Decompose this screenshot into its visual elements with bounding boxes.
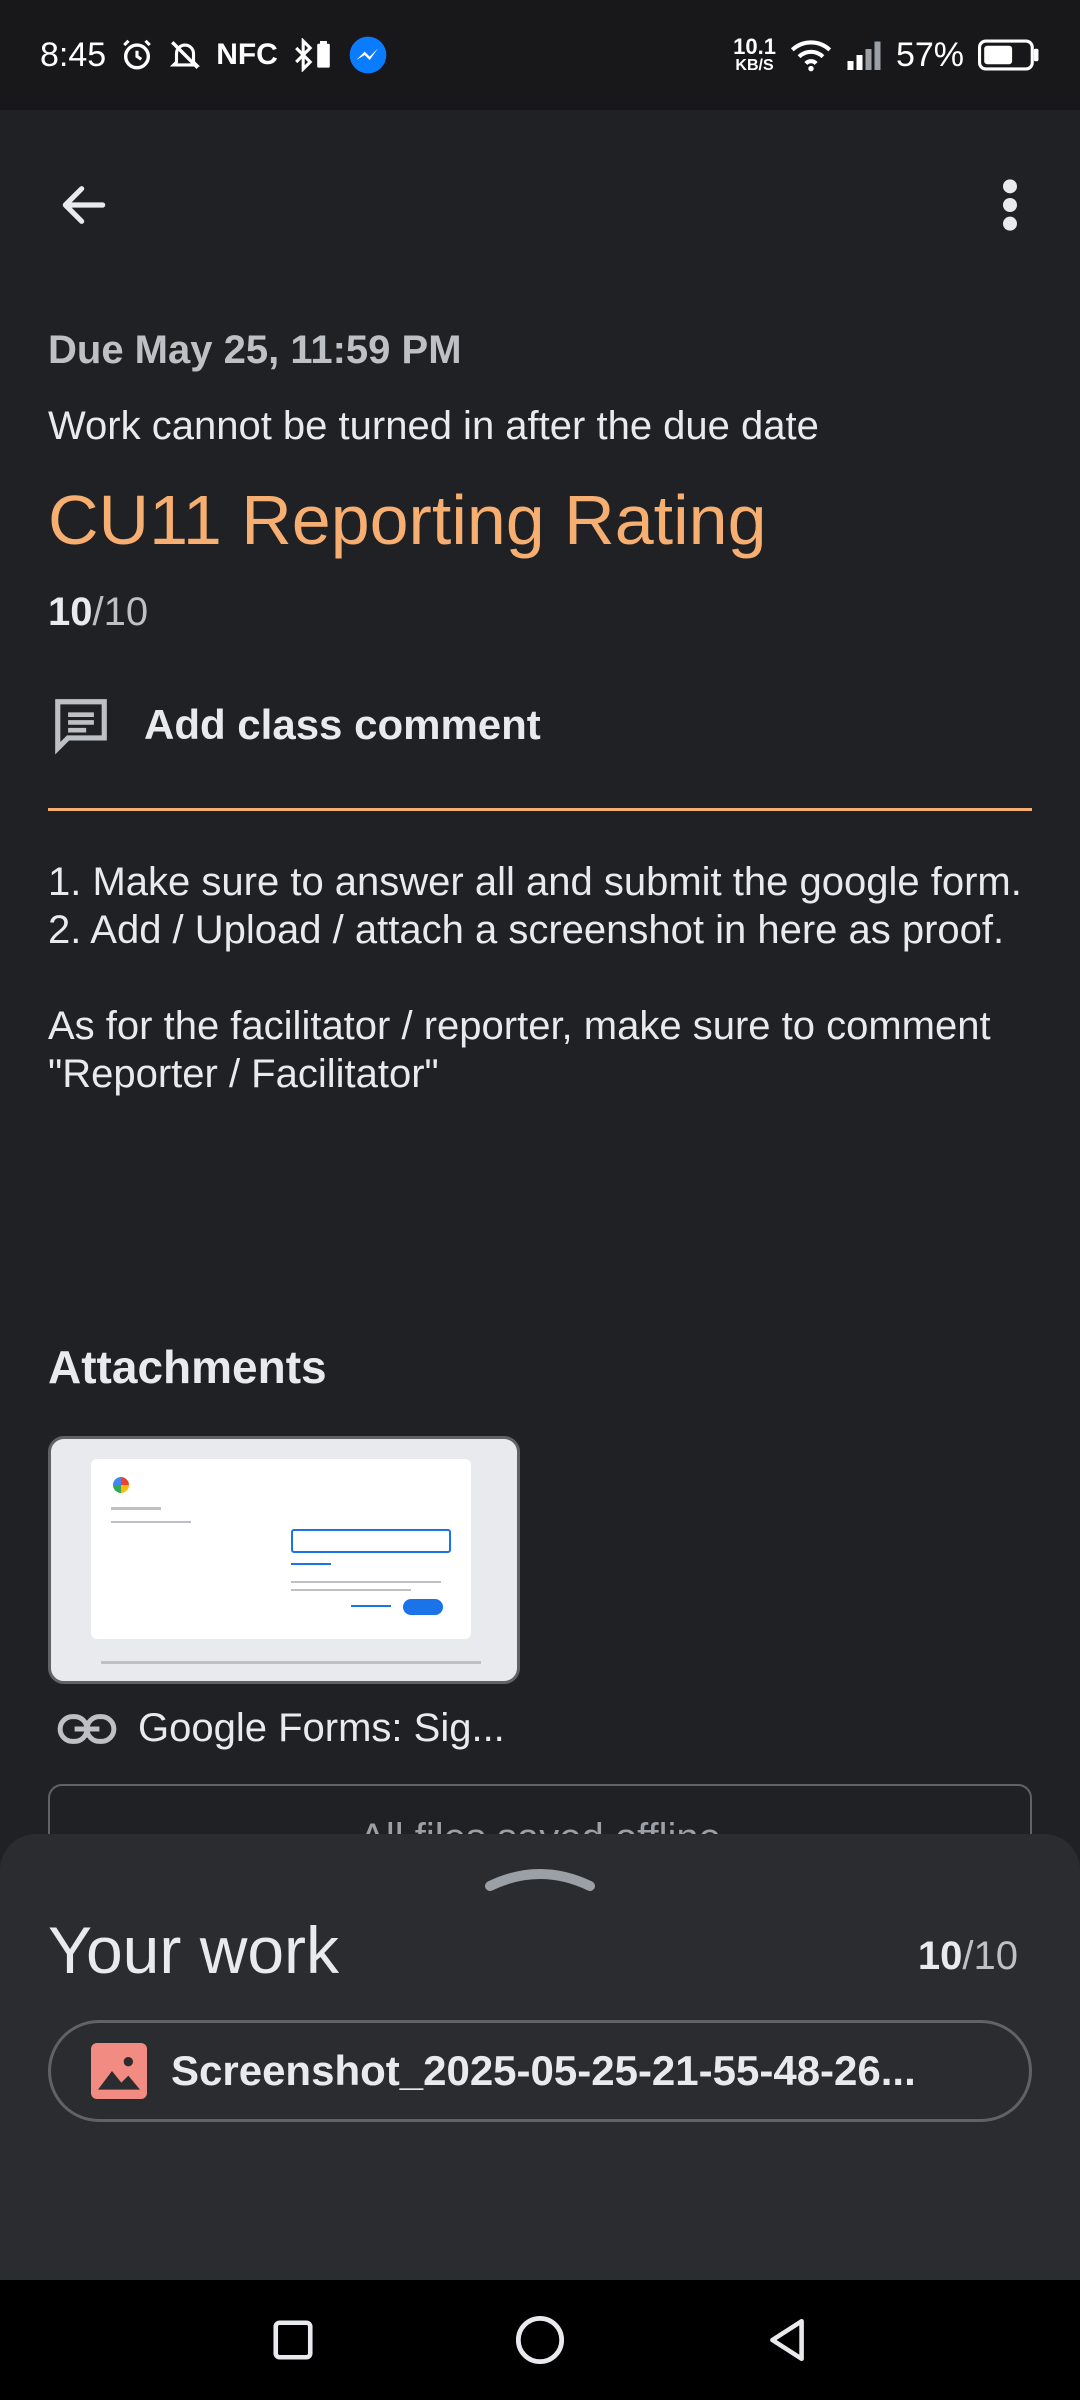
silent-bell-icon bbox=[168, 38, 202, 72]
your-work-heading: Your work bbox=[48, 1913, 340, 1987]
thumb-footer bbox=[101, 1661, 481, 1664]
attachments-heading: Attachments bbox=[48, 1341, 327, 1393]
your-work-points-earned: 10 bbox=[917, 1934, 963, 1978]
comment-icon bbox=[55, 699, 107, 755]
late-submission-note: Work cannot be turned in after the due d… bbox=[48, 404, 819, 448]
status-right: 10.1 KB/S 57% bbox=[733, 36, 1040, 75]
points-earned: 10 bbox=[48, 590, 93, 634]
your-work-points-total: /10 bbox=[962, 1934, 1018, 1978]
battery-percent: 57% bbox=[895, 35, 964, 74]
signal-icon bbox=[846, 40, 882, 70]
network-speed-value: 10.1 bbox=[733, 34, 776, 59]
your-work-points: 10/10 bbox=[918, 1934, 1018, 1979]
points-total: /10 bbox=[92, 590, 149, 634]
thumb-line bbox=[291, 1589, 411, 1591]
wifi-icon bbox=[790, 38, 832, 72]
thumb-next-button bbox=[403, 1599, 443, 1615]
accent-divider bbox=[48, 808, 1032, 811]
app-bar bbox=[0, 110, 1080, 280]
home-button[interactable] bbox=[500, 2300, 580, 2380]
more-options-button[interactable] bbox=[970, 165, 1050, 245]
submitted-file-chip[interactable]: Screenshot_2025-05-25-21-55-48-26... bbox=[48, 2020, 1032, 2122]
thumb-line bbox=[111, 1507, 161, 1510]
battery-icon bbox=[978, 39, 1040, 71]
messenger-icon bbox=[348, 35, 388, 75]
thumb-line bbox=[291, 1581, 441, 1583]
thumb-line bbox=[111, 1521, 191, 1523]
your-work-sheet[interactable]: Your work 10/10 Screenshot_2025-05-25-21… bbox=[0, 1834, 1080, 2280]
thumb-input bbox=[291, 1529, 451, 1553]
status-bar: 8:45 NFC 10.1 KB/S 57% bbox=[0, 0, 1080, 110]
link-icon bbox=[57, 1713, 117, 1744]
submitted-file-name: Screenshot_2025-05-25-21-55-48-26... bbox=[171, 2047, 916, 2094]
triangle-back-icon bbox=[769, 2318, 804, 2362]
sheet-handle-icon[interactable] bbox=[484, 1856, 596, 1896]
status-time: 8:45 bbox=[40, 35, 107, 74]
thumb-line bbox=[351, 1605, 391, 1607]
attachment-thumbnail[interactable] bbox=[48, 1436, 520, 1684]
attachment-link-label: Google Forms: Sig... bbox=[138, 1706, 505, 1750]
square-icon bbox=[273, 2320, 313, 2360]
thumb-line bbox=[291, 1563, 331, 1565]
screen: 8:45 NFC 10.1 KB/S 57% Due May 25, 11:59… bbox=[0, 0, 1080, 2400]
attachment-link[interactable]: Google Forms: Sig... bbox=[56, 1706, 505, 1751]
circle-icon bbox=[515, 2315, 565, 2365]
thumbnail-signin-card bbox=[91, 1459, 471, 1639]
assignment-title: CU11 Reporting Rating bbox=[48, 481, 767, 559]
nfc-indicator: NFC bbox=[216, 38, 278, 71]
more-vert-icon bbox=[1003, 179, 1017, 231]
due-date: Due May 25, 11:59 PM bbox=[48, 328, 462, 372]
add-class-comment-label: Add class comment bbox=[144, 701, 541, 748]
network-speed-unit: KB/S bbox=[735, 57, 774, 74]
image-file-icon bbox=[91, 2043, 147, 2099]
recents-button[interactable] bbox=[253, 2300, 333, 2380]
back-nav-button[interactable] bbox=[747, 2300, 827, 2380]
google-logo-icon bbox=[113, 1477, 129, 1493]
add-class-comment-button[interactable]: Add class comment bbox=[48, 690, 541, 760]
network-speed: 10.1 KB/S bbox=[733, 36, 776, 74]
arrow-back-icon bbox=[62, 186, 106, 224]
bluetooth-battery-icon bbox=[292, 38, 334, 72]
status-left: 8:45 NFC bbox=[40, 35, 388, 75]
assignment-points: 10/10 bbox=[48, 590, 148, 635]
alarm-icon bbox=[120, 38, 154, 72]
assignment-instructions: 1. Make sure to answer all and submit th… bbox=[48, 860, 1022, 1096]
system-nav-bar bbox=[0, 2280, 1080, 2400]
back-button[interactable] bbox=[44, 165, 124, 245]
